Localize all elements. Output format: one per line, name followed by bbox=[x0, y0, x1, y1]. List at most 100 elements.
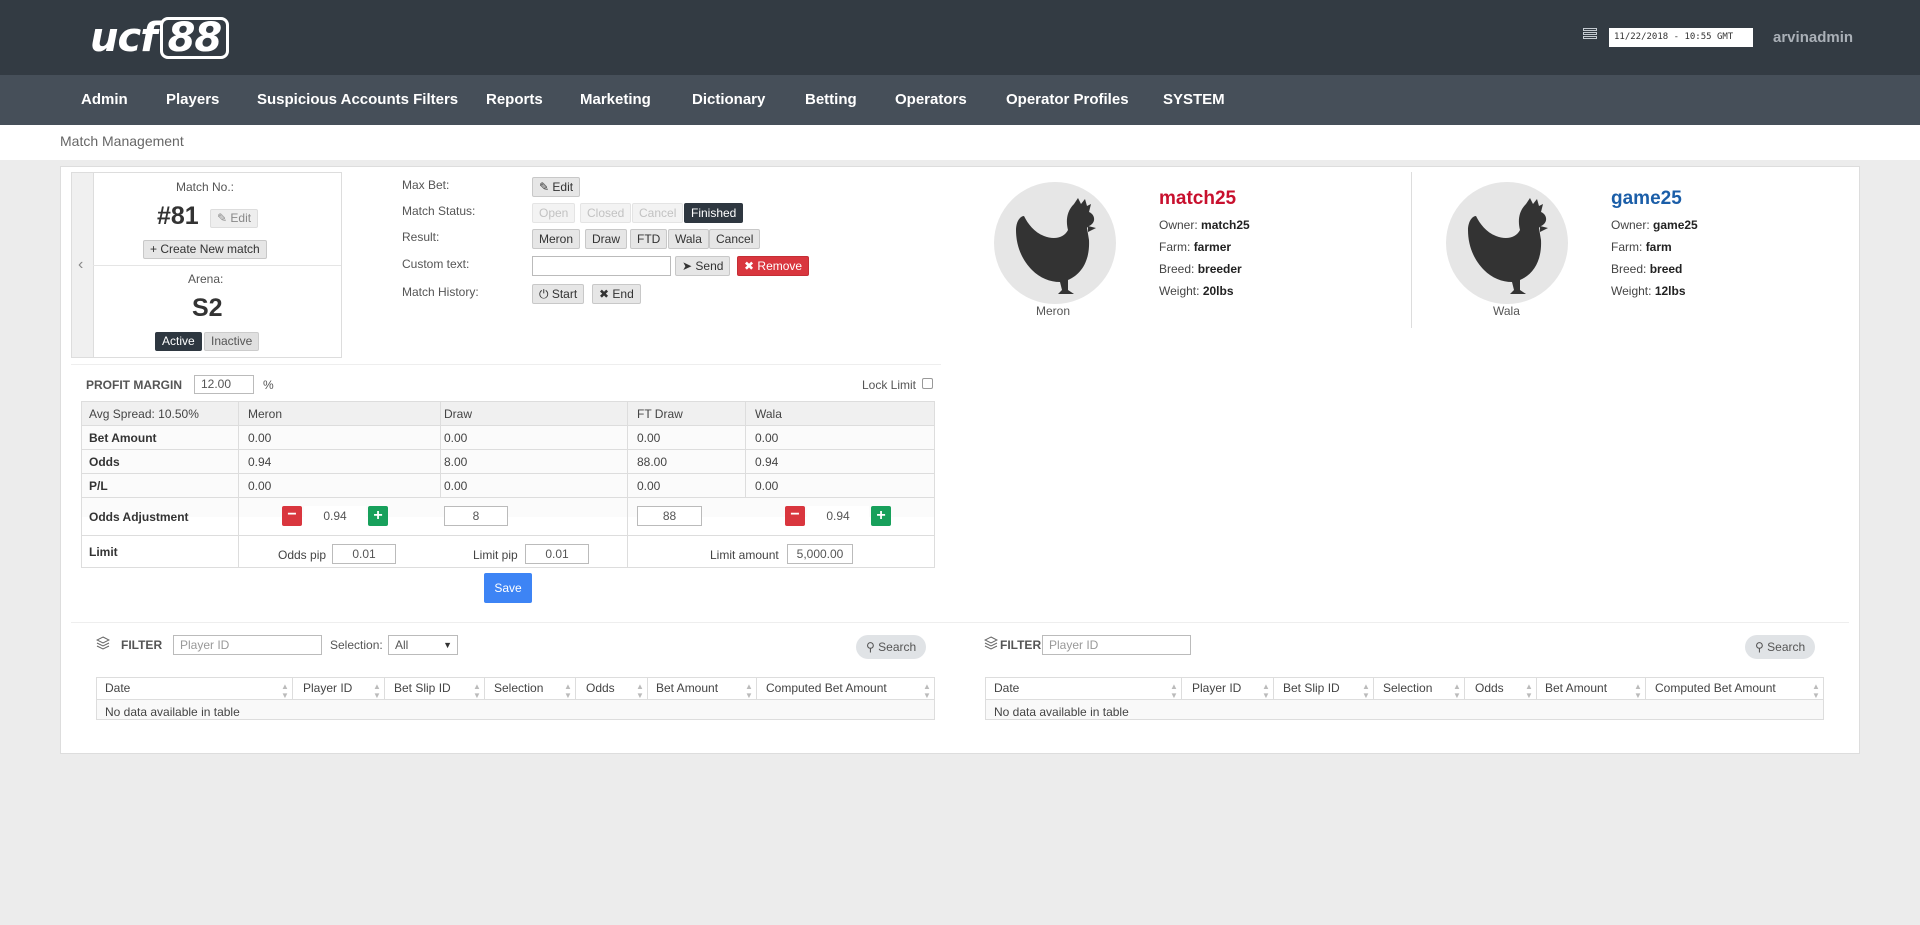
limit-amount-input[interactable]: 5,000.00 bbox=[787, 544, 853, 564]
start-button[interactable]: ⏻ Start bbox=[532, 284, 585, 304]
player-id-input[interactable]: Player ID bbox=[173, 635, 322, 655]
row-label-limit: Limit bbox=[89, 545, 118, 559]
meron-weight: Weight: 20lbs bbox=[1159, 284, 1234, 298]
column-computed-bet-amount[interactable]: Computed Bet Amount bbox=[1655, 677, 1776, 700]
column-selection[interactable]: Selection bbox=[494, 677, 543, 700]
nav-dictionary[interactable]: Dictionary bbox=[692, 75, 765, 125]
sort-icon[interactable]: ▲ ▼ bbox=[1525, 682, 1533, 700]
search-button[interactable]: ⚲ Search bbox=[856, 635, 927, 659]
result-meron-button[interactable]: Meron bbox=[532, 229, 581, 249]
nav-admin[interactable]: Admin bbox=[81, 75, 128, 125]
lock-limit-checkbox[interactable] bbox=[922, 378, 933, 389]
brand-logo[interactable]: ucf 88 bbox=[90, 16, 230, 60]
status-cancel-button[interactable]: Cancel bbox=[632, 203, 684, 223]
col-line bbox=[745, 401, 746, 497]
player-id-input[interactable]: Player ID bbox=[1042, 635, 1191, 655]
sort-icon[interactable]: ▲ ▼ bbox=[745, 682, 753, 700]
active-toggle[interactable]: Active bbox=[155, 332, 202, 351]
end-button[interactable]: ✖ End bbox=[592, 284, 641, 304]
status-closed-button[interactable]: Closed bbox=[580, 203, 632, 223]
edit-match-button[interactable]: ✎ Edit bbox=[210, 209, 259, 228]
odds-table-header bbox=[82, 402, 934, 425]
user-menu[interactable]: arvinadmin bbox=[1773, 29, 1853, 46]
column-date[interactable]: Date bbox=[105, 677, 130, 700]
divider bbox=[71, 364, 941, 365]
inactive-toggle[interactable]: Inactive bbox=[204, 332, 260, 351]
bet-amount-wala: 0.00 bbox=[755, 431, 779, 445]
sort-icon[interactable]: ▲ ▼ bbox=[1262, 682, 1270, 700]
wala-odds-increase-button[interactable]: + bbox=[871, 506, 891, 526]
nav-reports[interactable]: Reports bbox=[486, 75, 543, 125]
sort-icon[interactable]: ▲ ▼ bbox=[373, 682, 381, 700]
sort-icon[interactable]: ▲ ▼ bbox=[1453, 682, 1461, 700]
selection-dropdown[interactable]: All ▼ bbox=[388, 635, 458, 655]
odds-ft-draw: 88.00 bbox=[637, 455, 668, 469]
nav-players[interactable]: Players bbox=[166, 75, 219, 125]
send-button[interactable]: ➤ Send bbox=[675, 256, 731, 276]
result-draw-button[interactable]: Draw bbox=[585, 229, 628, 249]
wala-name: game25 bbox=[1611, 188, 1682, 209]
paper-plane-icon: ➤ bbox=[682, 259, 693, 273]
match-history-label: Match History: bbox=[402, 285, 479, 299]
column-date[interactable]: Date bbox=[994, 677, 1019, 700]
result-cancel-button[interactable]: Cancel bbox=[709, 229, 761, 249]
meron-odds-increase-button[interactable]: + bbox=[368, 506, 388, 526]
sort-icon[interactable]: ▲ ▼ bbox=[1812, 682, 1820, 700]
column-bet-slip-id[interactable]: Bet Slip ID bbox=[1283, 677, 1340, 700]
status-open-button[interactable]: Open bbox=[532, 203, 576, 223]
sort-icon[interactable]: ▲ ▼ bbox=[281, 682, 289, 700]
nav-betting[interactable]: Betting bbox=[805, 75, 857, 125]
meron-odds-decrease-button[interactable]: − bbox=[282, 506, 302, 526]
create-new-match-button[interactable]: + Create New match bbox=[143, 240, 267, 259]
column-selection[interactable]: Selection bbox=[1383, 677, 1432, 700]
sort-icon[interactable]: ▲ ▼ bbox=[1362, 682, 1370, 700]
ft-draw-odds-input[interactable]: 88 bbox=[637, 506, 702, 526]
nav-operators[interactable]: Operators bbox=[895, 75, 967, 125]
layers-icon bbox=[983, 636, 999, 650]
nav-operator-profiles[interactable]: Operator Profiles bbox=[1006, 75, 1129, 125]
max-bet-edit-button[interactable]: ✎ Edit bbox=[532, 177, 581, 197]
sort-icon[interactable]: ▲ ▼ bbox=[473, 682, 481, 700]
column-bet-amount[interactable]: Bet Amount bbox=[1545, 677, 1607, 700]
sort-icon[interactable]: ▲ ▼ bbox=[1634, 682, 1642, 700]
col-line bbox=[627, 401, 628, 568]
column-odds[interactable]: Odds bbox=[586, 677, 615, 700]
wala-odds-decrease-button[interactable]: − bbox=[785, 506, 805, 526]
sort-icon[interactable]: ▲ ▼ bbox=[564, 682, 572, 700]
col-sep bbox=[1645, 677, 1646, 700]
nav-marketing[interactable]: Marketing bbox=[580, 75, 651, 125]
save-button[interactable]: Save bbox=[484, 573, 532, 603]
column-computed-bet-amount[interactable]: Computed Bet Amount bbox=[766, 677, 887, 700]
search-button[interactable]: ⚲ Search bbox=[1745, 635, 1816, 659]
nav-suspicious-accounts-filters[interactable]: Suspicious Accounts Filters bbox=[257, 75, 458, 125]
column-player-id[interactable]: Player ID bbox=[1192, 677, 1241, 700]
limit-pip-input[interactable]: 0.01 bbox=[525, 544, 589, 564]
sort-icon[interactable]: ▲ ▼ bbox=[923, 682, 931, 700]
profit-margin-input[interactable]: 12.00 bbox=[194, 375, 254, 394]
wala-odds-input[interactable]: 0.94 bbox=[807, 506, 869, 526]
column-bet-slip-id[interactable]: Bet Slip ID bbox=[394, 677, 451, 700]
result-wala-button[interactable]: Wala bbox=[668, 229, 709, 249]
row-label-pl: P/L bbox=[89, 479, 108, 493]
chevron-left-icon[interactable]: ‹ bbox=[78, 256, 83, 274]
meron-odds-input[interactable]: 0.94 bbox=[304, 506, 366, 526]
col-sep bbox=[1536, 677, 1537, 700]
remove-button[interactable]: ✖ Remove bbox=[737, 256, 810, 276]
result-ftd-button[interactable]: FTD bbox=[630, 229, 668, 249]
meron-breed: Breed: breeder bbox=[1159, 262, 1242, 276]
sort-icon[interactable]: ▲ ▼ bbox=[636, 682, 644, 700]
divider bbox=[71, 622, 1849, 623]
status-finished-button[interactable]: Finished bbox=[684, 203, 744, 223]
column-bet-amount[interactable]: Bet Amount bbox=[656, 677, 718, 700]
nav-system[interactable]: SYSTEM bbox=[1163, 75, 1225, 125]
col-sep bbox=[484, 677, 485, 700]
sort-icon[interactable]: ▲ ▼ bbox=[1170, 682, 1178, 700]
odds-pip-input[interactable]: 0.01 bbox=[332, 544, 396, 564]
column-odds[interactable]: Odds bbox=[1475, 677, 1504, 700]
row-label-odds: Odds bbox=[89, 455, 120, 469]
custom-text-input[interactable] bbox=[532, 256, 671, 276]
column-player-id[interactable]: Player ID bbox=[303, 677, 352, 700]
max-bet-label: Max Bet: bbox=[402, 178, 450, 192]
server-icon[interactable] bbox=[1583, 28, 1597, 41]
draw-odds-input[interactable]: 8 bbox=[444, 506, 508, 526]
